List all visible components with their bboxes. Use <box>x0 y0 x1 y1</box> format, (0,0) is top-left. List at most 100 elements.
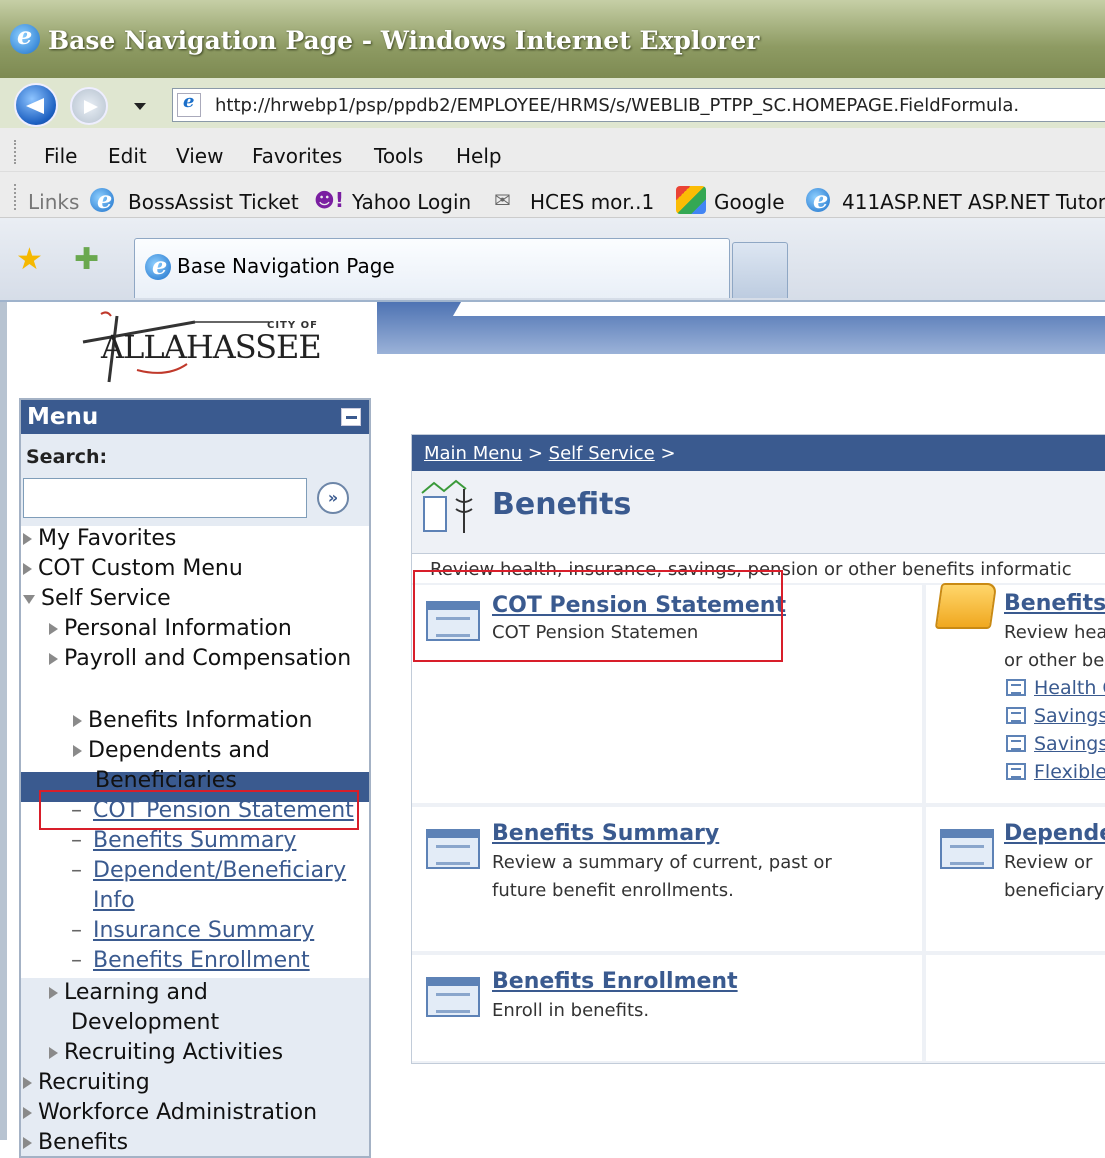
menu-item-payroll[interactable]: Payroll and Compensation <box>49 646 351 671</box>
expand-icon <box>23 1107 32 1119</box>
dash-bullet: – <box>71 918 82 943</box>
menu-edit[interactable]: Edit <box>108 144 147 168</box>
search-label: Search: <box>26 446 108 468</box>
cell-benefits-summary: Benefits Summary Review a summary of cur… <box>412 807 922 951</box>
new-tab-button[interactable] <box>732 242 788 298</box>
benefits-summary-link[interactable]: Benefits Summary <box>492 821 719 846</box>
menu-item-personal-information[interactable]: Personal Information <box>49 616 292 641</box>
menu-view[interactable]: View <box>176 144 223 168</box>
envelope-icon: ✉ <box>494 188 511 212</box>
menu-item-recruiting-activities[interactable]: Recruiting Activities <box>49 1040 283 1065</box>
menu-link-benefits-summary[interactable]: Benefits Summary <box>93 828 296 853</box>
add-favorites-icon[interactable]: ✚ <box>74 242 99 277</box>
menu-item-recruiting[interactable]: Recruiting <box>23 1070 150 1095</box>
expand-icon <box>49 1047 58 1059</box>
breadcrumb-self-service[interactable]: Self Service <box>549 443 655 464</box>
document-icon <box>1006 679 1026 696</box>
collapse-menu-button[interactable] <box>341 408 361 426</box>
expand-icon <box>73 745 82 757</box>
expand-icon <box>49 987 58 999</box>
highlight-box-pension <box>413 570 783 662</box>
sublink-savings-2[interactable]: Savings <box>1034 733 1105 755</box>
search-input[interactable] <box>23 478 307 518</box>
highlight-box-menu <box>39 790 359 830</box>
breadcrumb-separator: > <box>522 443 549 464</box>
menu-tools[interactable]: Tools <box>374 144 423 168</box>
logo-name: ALLAHASSEE <box>101 328 322 366</box>
left-menu: Menu Search: » My Favorites COT Custom M… <box>19 398 371 1158</box>
menu-link-dependent-beneficiary[interactable]: Dependent/Beneficiary <box>93 858 346 883</box>
header-banner-curve <box>452 302 1105 316</box>
favorites-star-icon[interactable]: ★ <box>16 242 43 277</box>
menu-item-dependents[interactable]: Dependents and <box>73 738 270 763</box>
sublink-health[interactable]: Health C <box>1034 677 1105 699</box>
cell-empty <box>926 955 1105 1061</box>
menu-favorites[interactable]: Favorites <box>252 144 342 168</box>
menu-item-self-service[interactable]: Self Service <box>23 586 171 611</box>
search-go-button[interactable]: » <box>317 482 349 514</box>
sublink-flexible[interactable]: Flexible <box>1034 761 1105 783</box>
ie-logo-icon <box>145 251 171 280</box>
dependents-desc2: beneficiary <box>1004 880 1105 901</box>
dependents-link[interactable]: Depender <box>1004 821 1105 846</box>
menu-link-benefits-enrollment[interactable]: Benefits Enrollment <box>93 948 310 973</box>
menu-item-benefits-root[interactable]: Benefits <box>23 1130 128 1155</box>
collapse-icon <box>49 684 61 694</box>
back-button[interactable] <box>14 83 58 127</box>
expand-icon <box>23 533 32 545</box>
page-icon <box>177 91 201 117</box>
folder-icon <box>934 583 998 629</box>
address-bar[interactable]: http://hrwebp1/psp/ppdb2/EMPLOYEE/HRMS/s… <box>172 88 1105 122</box>
forward-button[interactable] <box>70 87 108 125</box>
link-google[interactable]: Google <box>714 190 785 214</box>
benefits-information-desc1: Review hea <box>1004 622 1105 643</box>
document-icon <box>426 977 480 1017</box>
benefits-enrollment-desc: Enroll in benefits. <box>492 1000 650 1021</box>
benefits-information-link[interactable]: Benefits I <box>1004 591 1105 616</box>
link-hces[interactable]: HCES mor..1 <box>530 190 654 214</box>
yahoo-icon: ☻! <box>314 188 344 212</box>
menu-item-cot-custom-menu[interactable]: COT Custom Menu <box>23 556 243 581</box>
link-yahoo-login[interactable]: Yahoo Login <box>352 190 471 214</box>
menu-item-learning[interactable]: Learning and <box>49 980 208 1005</box>
document-icon <box>1006 707 1026 724</box>
benefits-enrollment-link[interactable]: Benefits Enrollment <box>492 969 738 994</box>
menu-title: Menu <box>27 404 99 430</box>
google-icon <box>676 186 706 214</box>
toolbar-grip[interactable] <box>14 184 18 210</box>
dash-bullet: – <box>71 828 82 853</box>
menu-file[interactable]: File <box>44 144 77 168</box>
document-icon <box>1006 763 1026 780</box>
address-url[interactable]: http://hrwebp1/psp/ppdb2/EMPLOYEE/HRMS/s… <box>215 95 1019 116</box>
benefits-summary-desc2: future benefit enrollments. <box>492 880 734 901</box>
links-bar: Links BossAssist Ticket ☻! Yahoo Login ✉… <box>0 172 1105 218</box>
expand-icon <box>23 1137 32 1149</box>
menu-item-workforce-administration[interactable]: Workforce Administration <box>23 1100 317 1125</box>
toolbar-grip[interactable] <box>14 140 18 164</box>
links-label: Links <box>28 190 80 214</box>
tab-title: Base Navigation Page <box>177 254 395 278</box>
menu-search: Search: » <box>21 434 369 526</box>
breadcrumb-separator: > <box>654 443 676 464</box>
main-panel: Main Menu > Self Service > Benefits Revi… <box>411 434 1105 1064</box>
tab-base-navigation[interactable]: Base Navigation Page <box>134 238 730 298</box>
menu-item-my-favorites[interactable]: My Favorites <box>23 526 176 551</box>
menu-header: Menu <box>21 400 369 434</box>
menu-item-benefits[interactable]: Benefits <box>49 676 157 701</box>
menu-item-benefits-information[interactable]: Benefits Information <box>73 708 312 733</box>
link-411asp[interactable]: 411ASP.NET ASP.NET Tutor <box>842 190 1105 214</box>
breadcrumb-main-menu[interactable]: Main Menu <box>424 443 522 464</box>
menu-item-learning-line2[interactable]: Development <box>71 1010 219 1035</box>
menu-help[interactable]: Help <box>456 144 502 168</box>
menu-link-insurance-summary[interactable]: Insurance Summary <box>93 918 314 943</box>
dash-bullet: – <box>71 858 82 883</box>
link-bossassist[interactable]: BossAssist Ticket <box>128 190 299 214</box>
expand-icon <box>23 563 32 575</box>
menu-link-dependent-beneficiary-line2[interactable]: Info <box>93 888 135 913</box>
window-title: Base Navigation Page - Windows Internet … <box>48 26 760 55</box>
sublink-savings-1[interactable]: Savings <box>1034 705 1105 727</box>
document-icon <box>426 829 480 869</box>
city-logo: CITY OF ALLAHASSEE <box>77 308 337 388</box>
history-dropdown-icon[interactable] <box>134 103 146 110</box>
menu-bar: File Edit View Favorites Tools Help <box>0 128 1105 172</box>
